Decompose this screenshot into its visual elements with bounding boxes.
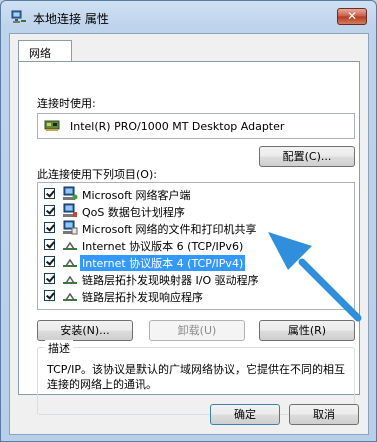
callout-arrow (268, 232, 362, 322)
